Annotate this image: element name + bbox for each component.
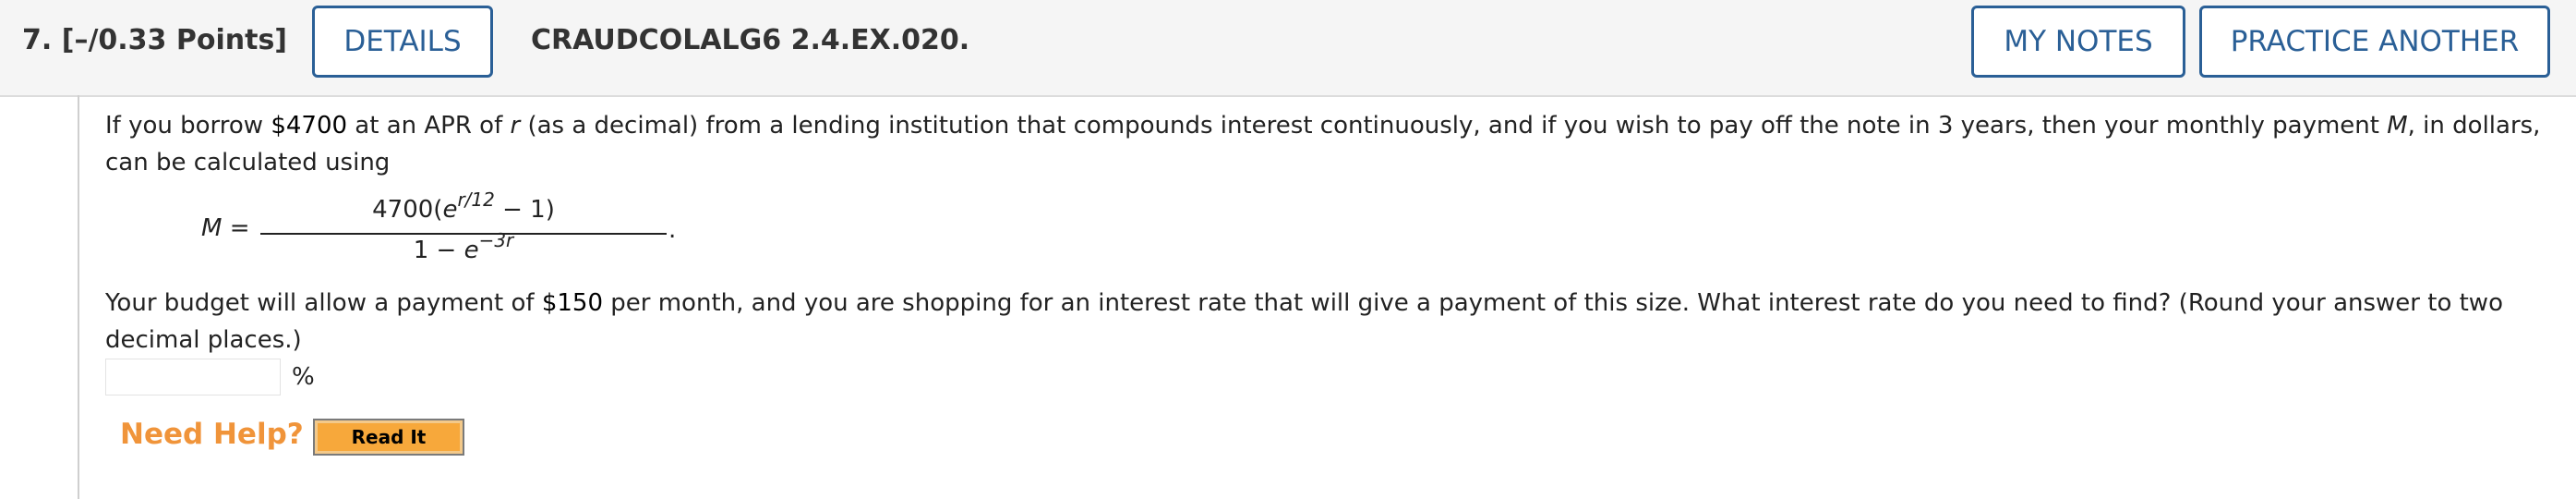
denominator-e: e (463, 237, 479, 264)
interest-rate-input[interactable] (105, 359, 281, 396)
loan-amount: $4700 (271, 112, 348, 140)
numerator-prefix: 4700( (372, 196, 443, 224)
formula-lhs: M = (201, 214, 250, 242)
formula-variable-m: M (201, 214, 223, 242)
formula-fraction: 4700(er/12 − 1) 1 − e−3r (260, 190, 667, 272)
points-label: [–/0.33 Points] (61, 24, 288, 56)
question-left-border (78, 95, 79, 499)
text: Your budget will allow a payment of (105, 289, 542, 317)
denominator-prefix: 1 − (413, 237, 464, 264)
payment-amount: $150 (541, 289, 604, 317)
numerator-exponent: r/12 (457, 189, 495, 211)
practice-another-button[interactable]: PRACTICE ANOTHER (2199, 6, 2550, 78)
read-it-button[interactable]: Read It (313, 419, 464, 456)
question-paragraph-1: If you borrow $4700 at an APR of r (as a… (105, 107, 2552, 181)
details-button[interactable]: DETAILS (312, 6, 493, 78)
my-notes-button[interactable]: MY NOTES (1971, 6, 2185, 78)
variable-r: r (510, 112, 521, 140)
problem-code: CRAUDCOLALG6 2.4.EX.020. (531, 24, 970, 56)
denominator-exponent: −3r (478, 229, 514, 251)
text: If you borrow (105, 112, 271, 140)
numerator-e: e (442, 196, 458, 224)
question-paragraph-2: Your budget will allow a payment of $150… (105, 285, 2552, 359)
question-header: 7. [–/0.33 Points] DETAILS CRAUDCOLALG6 … (0, 0, 2576, 97)
need-help-label: Need Help? (120, 418, 304, 451)
formula-denominator: 1 − e−3r (260, 231, 667, 266)
question-number: 7. (22, 24, 53, 56)
numerator-suffix: − 1) (494, 196, 555, 224)
question-points: 7. [–/0.33 Points] (22, 22, 287, 59)
formula-period: . (668, 216, 677, 244)
variable-m: M (2387, 112, 2408, 140)
text: (as a decimal) from a lending institutio… (520, 112, 2388, 140)
formula-numerator: 4700(er/12 − 1) (260, 190, 667, 225)
text: at an APR of (347, 112, 511, 140)
percent-unit: % (292, 363, 315, 391)
equals-sign: = (222, 214, 250, 242)
